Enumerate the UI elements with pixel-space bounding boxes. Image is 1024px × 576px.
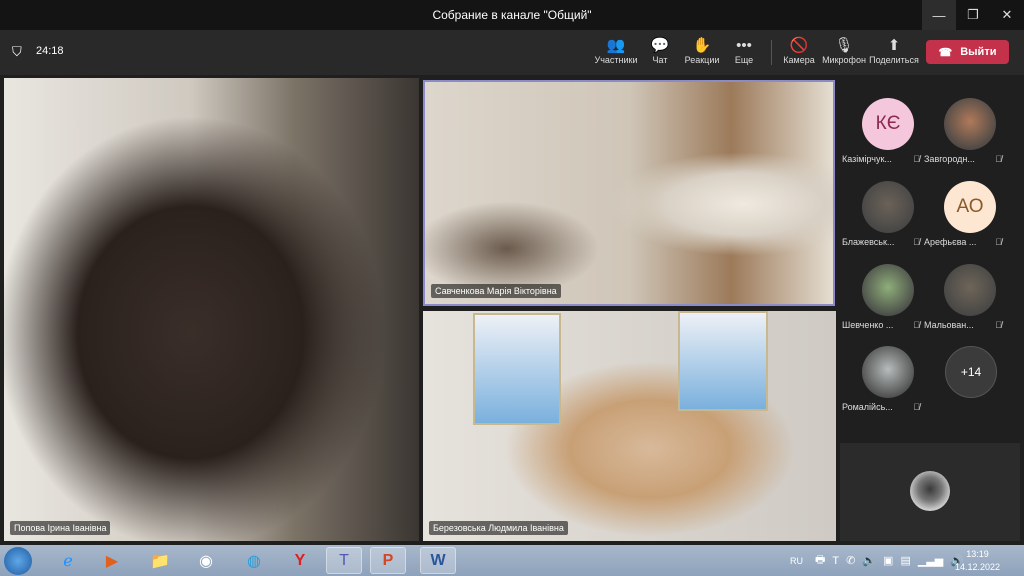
video-tile[interactable]: Березовська Людмила Іванівна <box>423 311 836 541</box>
self-avatar <box>910 471 950 511</box>
more-icon: ••• <box>736 37 752 54</box>
participant-name: Блажевськ... <box>842 237 895 247</box>
participant-name: Арефьєва ... <box>924 237 977 247</box>
mic-off-icon: 🎙̸ <box>995 154 1002 164</box>
chrome-icon[interactable]: ◉ <box>188 547 224 574</box>
phone-icon: ☎ <box>938 46 953 59</box>
participant-item[interactable]: АО Арефьєва ... 🎙̸ <box>922 181 1002 247</box>
participant-avatar: КЄ <box>862 98 914 150</box>
network-icon[interactable]: ▁▃▅ <box>918 554 943 567</box>
participants-button[interactable]: 👥 Участники <box>591 36 641 65</box>
participant-item[interactable]: Шевченко ... 🎙̸ <box>840 264 920 330</box>
participant-name: Мальован... <box>924 320 974 330</box>
close-button[interactable]: ✕ <box>990 0 1024 30</box>
participants-label: Участники <box>594 55 638 65</box>
camera-label: Камера <box>783 55 815 65</box>
date: 14.12.2022 <box>955 562 1001 572</box>
participant-name: Березовська Людмила Іванівна <box>429 521 568 535</box>
more-participants[interactable]: +14 <box>944 346 997 398</box>
system-tray: 🖶 T ✆ 🔈 ▣ ▤ ▁▃▅ 🔊 <box>815 545 964 576</box>
divider <box>771 40 772 65</box>
participant-avatar <box>944 264 996 316</box>
mic-label: Микрофон <box>822 55 866 65</box>
yandex-icon[interactable]: Y <box>282 547 318 574</box>
participant-item[interactable]: Ромалійсь... 🎙̸ <box>840 346 920 412</box>
certificate-frame <box>678 311 768 411</box>
title-bar: Собрание в канале "Общий" — ❐ ✕ <box>0 0 1024 30</box>
video-tile[interactable]: Попова Ірина Іванівна <box>4 78 419 541</box>
mic-off-icon: 🎙̸ <box>913 237 920 247</box>
participant-name: Шевченко ... <box>842 320 894 330</box>
mic-off-icon: 🎙̸ <box>913 154 920 164</box>
participant-item[interactable]: КЄ Казімірчук... 🎙̸ <box>840 98 920 164</box>
teams-tray-icon[interactable]: T <box>832 555 839 567</box>
participant-avatar <box>862 264 914 316</box>
taskbar: ℯ ▶ 📁 ◉ ◍ Y T P W RU 🖶 T ✆ 🔈 ▣ ▤ ▁▃▅ 🔊 13:19 14.… <box>0 545 1024 576</box>
mic-off-icon: 🎙 <box>834 37 854 54</box>
chat-label: Чат <box>652 55 668 65</box>
start-button[interactable] <box>4 547 32 575</box>
minimize-button[interactable]: — <box>922 0 956 30</box>
mic-off-icon: 🎙̸ <box>913 320 920 330</box>
participant-avatar <box>862 346 914 398</box>
shield-icon: ⛉ <box>12 44 22 59</box>
share-label: Поделиться <box>869 55 919 65</box>
mic-off-icon: 🎙̸ <box>995 320 1002 330</box>
participant-name: Завгородн... <box>924 154 975 164</box>
participant-name: Казімірчук... <box>842 154 892 164</box>
mic-off-icon: 🎙̸ <box>995 237 1002 247</box>
explorer-icon[interactable]: 📁 <box>142 547 178 574</box>
self-view[interactable] <box>840 443 1020 541</box>
camera-off-icon: 🚫 <box>789 37 809 54</box>
people-icon: 👥 <box>606 37 626 54</box>
participant-name: Ромалійсь... <box>842 402 893 412</box>
edge-icon[interactable]: ◍ <box>236 547 272 574</box>
certificate-frame <box>473 313 561 425</box>
window-title: Собрание в канале "Общий" <box>432 8 592 22</box>
participant-item[interactable]: Мальован... 🎙̸ <box>922 264 1002 330</box>
mic-button[interactable]: 🎙 Микрофон <box>819 36 869 65</box>
speaker-icon[interactable]: 🔈 <box>862 554 876 567</box>
share-button[interactable]: ⬆ Поделиться <box>869 36 919 65</box>
time: 13:19 <box>966 549 989 559</box>
overflow-count: +14 <box>945 346 997 398</box>
participant-avatar: АО <box>944 181 996 233</box>
viber-icon[interactable]: ✆ <box>846 554 855 567</box>
participant-avatar <box>862 181 914 233</box>
media-player-icon[interactable]: ▶ <box>94 547 130 574</box>
printer-icon[interactable]: 🖶 <box>815 551 825 570</box>
ie-icon[interactable]: ℯ <box>50 547 86 574</box>
participant-name: Попова Ірина Іванівна <box>10 521 111 535</box>
clock[interactable]: 13:19 14.12.2022 <box>955 548 1000 574</box>
mic-off-icon: 🎙̸ <box>913 402 920 412</box>
language-indicator[interactable]: RU <box>790 545 803 576</box>
more-button[interactable]: ••• Еще <box>719 36 769 65</box>
teams-icon[interactable]: T <box>326 547 362 574</box>
leave-label: Выйти <box>960 46 997 58</box>
participant-item[interactable]: Завгородн... 🎙̸ <box>922 98 1002 164</box>
video-tile-active-speaker[interactable]: Савченкова Марія Вікторівна <box>423 80 835 306</box>
maximize-button[interactable]: ❐ <box>956 0 990 30</box>
share-icon: ⬆ <box>887 37 901 54</box>
powerpoint-icon[interactable]: P <box>370 547 406 574</box>
meeting-timer: 24:18 <box>36 45 64 57</box>
participant-avatar <box>944 98 996 150</box>
participant-name: Савченкова Марія Вікторівна <box>431 284 561 298</box>
participant-item[interactable]: Блажевськ... 🎙̸ <box>840 181 920 247</box>
reactions-label: Реакции <box>684 55 720 65</box>
more-label: Еще <box>734 55 754 65</box>
meeting-toolbar: ⛉ 24:18 👥 Участники 💬 Чат ✋ Реакции ••• Еще … <box>0 30 1024 75</box>
word-icon[interactable]: W <box>420 547 456 574</box>
camera-button[interactable]: 🚫 Камера <box>774 36 824 65</box>
power-icon[interactable]: ▤ <box>900 554 910 567</box>
app-tray-icon[interactable]: ▣ <box>883 554 893 567</box>
leave-button[interactable]: ☎ Выйти <box>926 40 1009 64</box>
